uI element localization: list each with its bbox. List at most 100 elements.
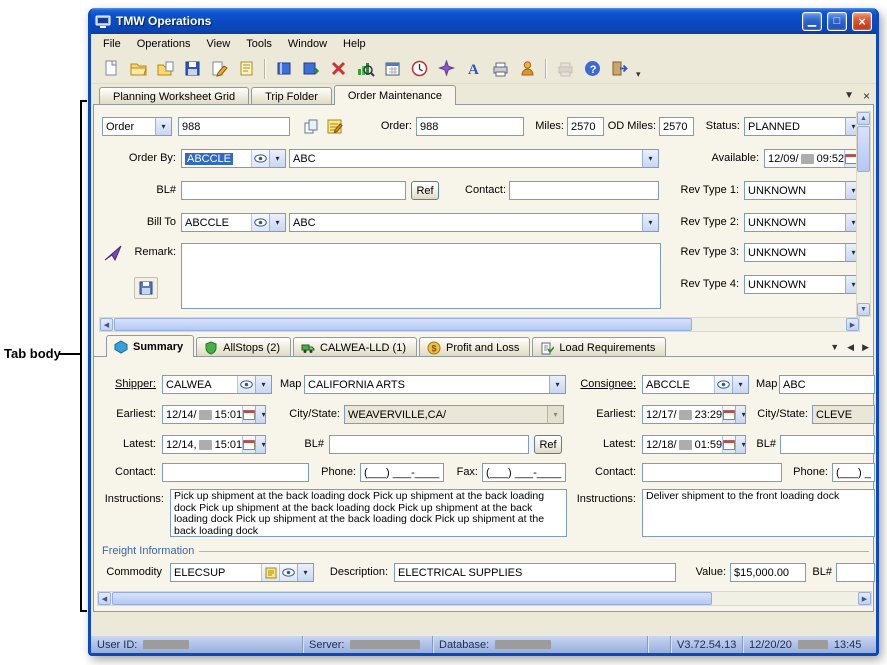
horizontal-scroll-thumb[interactable]	[114, 318, 692, 331]
combo-arrow-icon[interactable]: ▾	[642, 214, 658, 231]
form-horizontal-scrollbar[interactable]: ◀ ▶	[99, 317, 860, 332]
tab-allstops[interactable]: AllStops (2)	[196, 337, 291, 357]
chart-search-icon[interactable]	[353, 57, 377, 81]
menu-window[interactable]: Window	[280, 36, 335, 52]
rev-type2-combo[interactable]: UNKNOWN ▾	[744, 213, 862, 232]
scroll-down-icon[interactable]: ▼	[857, 303, 870, 316]
description-input[interactable]	[394, 563, 676, 582]
calendar-icon[interactable]	[380, 57, 404, 81]
combo-arrow-icon[interactable]: ▾	[642, 150, 658, 167]
menu-tools[interactable]: Tools	[238, 36, 280, 52]
clock-icon[interactable]	[407, 57, 431, 81]
copy-order-icon[interactable]	[300, 116, 322, 137]
combo-arrow-icon[interactable]: ▾	[549, 376, 565, 393]
delivery-phone-input[interactable]	[832, 463, 875, 482]
available-date-field[interactable]: 12/09/ 09:52 ▾	[764, 149, 862, 168]
status-combo[interactable]: PLANNED ▾	[744, 117, 862, 136]
maximize-button[interactable]: □	[827, 12, 847, 31]
delivery-latest-date-field[interactable]: 12/18/ 01:59 ▾	[642, 435, 746, 454]
miles-field[interactable]: 2570	[567, 117, 604, 136]
edit-order-icon[interactable]	[324, 116, 346, 137]
combo-arrow-icon[interactable]: ▾	[735, 406, 746, 423]
new-document-icon[interactable]	[99, 57, 123, 81]
edit-note-icon[interactable]	[261, 564, 279, 581]
pickup-phone-input[interactable]	[360, 463, 444, 482]
combo-arrow-icon[interactable]: ▾	[255, 406, 266, 423]
font-icon[interactable]: A	[461, 57, 485, 81]
delivery-city-state-field[interactable]: CLEVE	[812, 405, 875, 424]
shipper-name-combo[interactable]: CALIFORNIA ARTS ▾	[304, 375, 566, 394]
combo-arrow-icon[interactable]: ▾	[735, 436, 746, 453]
save-icon[interactable]	[180, 57, 204, 81]
consignee-link[interactable]: Consignee:	[572, 378, 636, 391]
pickup-city-state-combo[interactable]: WEAVERVILLE,CA/ ▾	[344, 405, 564, 424]
close-tab-icon[interactable]: ×	[863, 90, 870, 102]
summary-horizontal-scrollbar[interactable]: ◀ ▶	[97, 591, 872, 606]
order-by-code-combo[interactable]: ABCCLE ▾	[181, 149, 286, 168]
pickup-contact-input[interactable]	[162, 463, 309, 482]
user-icon[interactable]	[515, 57, 539, 81]
edit-document-icon[interactable]	[207, 57, 231, 81]
tab-trip-folder[interactable]: Trip Folder	[251, 87, 332, 105]
calendar-picker-icon[interactable]	[722, 406, 735, 423]
contact-input[interactable]	[509, 181, 659, 200]
calendar-picker-icon[interactable]	[242, 436, 255, 453]
scroll-tabs-left-icon[interactable]: ◀	[847, 342, 854, 353]
pickup-bl-input[interactable]	[329, 435, 529, 454]
eye-icon[interactable]	[251, 150, 269, 167]
rev-type3-combo[interactable]: UNKNOWN ▾	[744, 243, 862, 262]
bl-number-input[interactable]	[181, 181, 406, 200]
tab-summary[interactable]: Summary	[106, 335, 194, 357]
purple-dart-icon[interactable]	[102, 243, 124, 263]
bill-to-name-combo[interactable]: ABC ▾	[289, 213, 659, 232]
scroll-left-icon[interactable]: ◀	[100, 318, 113, 331]
value-input[interactable]	[730, 563, 806, 582]
consignee-code-combo[interactable]: ABCCLE ▾	[642, 375, 749, 394]
eye-icon[interactable]	[251, 214, 269, 231]
notes-icon[interactable]	[234, 57, 258, 81]
order-by-name-combo[interactable]: ABC ▾	[289, 149, 659, 168]
ref-button[interactable]: Ref	[411, 181, 439, 200]
tab-load-requirements[interactable]: Load Requirements	[532, 337, 666, 357]
rev-type4-combo[interactable]: UNKNOWN ▾	[744, 275, 862, 294]
consignee-name-combo[interactable]: ABC	[779, 375, 875, 394]
combo-arrow-icon[interactable]: ▾	[255, 376, 271, 393]
freight-bl-input[interactable]	[836, 563, 875, 582]
menu-operations[interactable]: Operations	[129, 36, 199, 52]
pickup-latest-date-field[interactable]: 12/14, 15:01 ▾	[162, 435, 266, 454]
printer-icon[interactable]	[488, 57, 512, 81]
menu-view[interactable]: View	[199, 36, 239, 52]
rev-type1-combo[interactable]: UNKNOWN ▾	[744, 181, 862, 200]
scroll-right-icon[interactable]: ▶	[858, 592, 871, 605]
bill-to-code-combo[interactable]: ABCCLE ▾	[181, 213, 286, 232]
scroll-up-icon[interactable]: ▲	[857, 112, 870, 125]
eye-icon[interactable]	[714, 376, 732, 393]
remark-textarea[interactable]	[181, 243, 661, 309]
scroll-left-icon[interactable]: ◀	[98, 592, 111, 605]
tab-menu-arrow-icon[interactable]: ▼	[830, 342, 839, 353]
tab-list-arrow-icon[interactable]: ▼	[844, 91, 854, 101]
scroll-tabs-right-icon[interactable]: ▶	[862, 342, 869, 353]
pickup-earliest-date-field[interactable]: 12/14/ 15:01 ▾	[162, 405, 266, 424]
delivery-instructions-textarea[interactable]: Deliver shipment to the front loading do…	[642, 489, 875, 537]
open-folder-icon[interactable]	[126, 57, 150, 81]
horizontal-scroll-thumb[interactable]	[112, 592, 712, 605]
menu-help[interactable]: Help	[335, 36, 374, 52]
combo-arrow-icon[interactable]: ▾	[155, 118, 171, 135]
close-button[interactable]: ×	[852, 12, 872, 31]
pickup-fax-input[interactable]	[482, 463, 566, 482]
combo-arrow-icon[interactable]: ▾	[269, 214, 285, 231]
combo-arrow-icon[interactable]: ▾	[269, 150, 285, 167]
folder-documents-icon[interactable]	[153, 57, 177, 81]
order-type-combo[interactable]: Order ▾	[102, 117, 172, 136]
combo-arrow-icon[interactable]: ▾	[255, 436, 266, 453]
eye-icon[interactable]	[279, 564, 297, 581]
delivery-contact-input[interactable]	[642, 463, 782, 482]
calendar-picker-icon[interactable]	[242, 406, 255, 423]
help-icon[interactable]: ?	[580, 57, 604, 81]
vertical-scroll-thumb[interactable]	[857, 126, 870, 172]
calendar-picker-icon[interactable]	[722, 436, 735, 453]
wand-icon[interactable]	[434, 57, 458, 81]
minimize-button[interactable]: ▁	[802, 12, 822, 31]
eye-icon[interactable]	[237, 376, 255, 393]
